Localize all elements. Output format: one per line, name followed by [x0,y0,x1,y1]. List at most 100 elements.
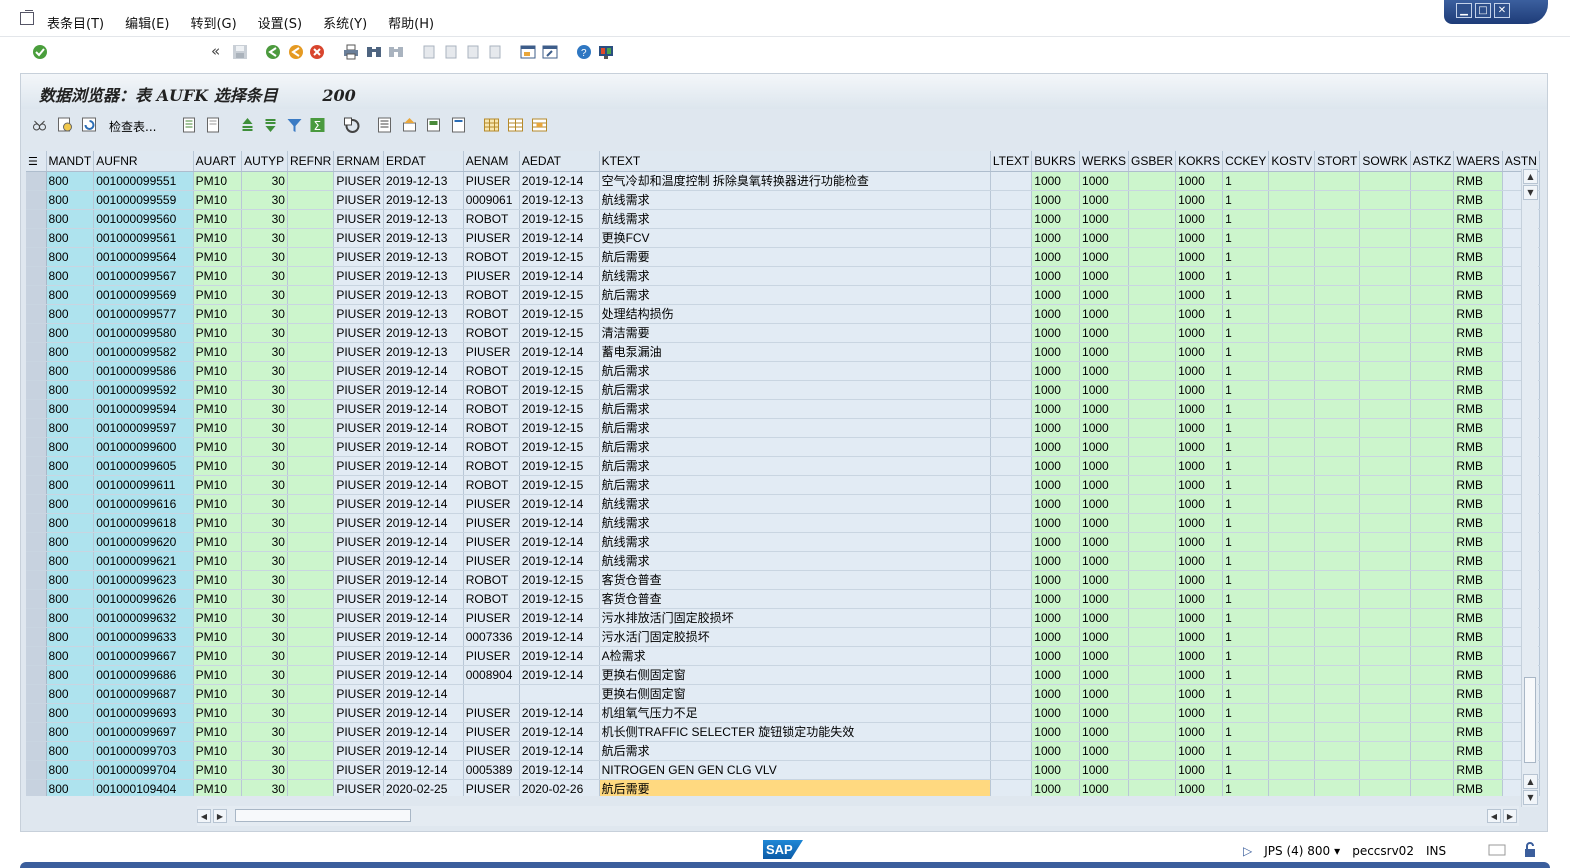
table-cell[interactable]: 1000 [1175,323,1224,343]
table-cell[interactable] [1314,361,1361,381]
table-cell[interactable]: 1000 [1175,209,1224,229]
table-cell[interactable] [1359,570,1411,590]
table-cell[interactable]: PM10 [193,703,243,723]
menu-icon[interactable] [20,10,34,25]
column-header[interactable]: MANDT [46,151,95,172]
table-cell[interactable]: ROBOT [463,456,520,476]
table-cell[interactable] [1359,608,1411,628]
table-cell[interactable] [1128,437,1177,457]
table-cell[interactable]: ROBOT [463,209,520,229]
table-cell[interactable] [990,456,1033,476]
table-cell[interactable]: PM10 [193,684,243,704]
table-cell[interactable]: 2019-12-13 [383,342,464,362]
table-row[interactable]: 800 001000099616 PM10 30 PIUSER 2019-12-14 PIU… [26,494,1540,514]
table-cell[interactable]: 机长侧TRAFFIC SELECTER 旋钮锁定功能失效 [599,722,991,742]
table-cell[interactable]: 30 [241,304,288,324]
table-cell[interactable] [1268,589,1316,609]
table-cell[interactable]: 航后需求 [599,437,991,457]
table-cell[interactable] [1128,494,1177,514]
table-cell[interactable]: 2019-12-14 [519,494,600,514]
table-cell[interactable]: 800 [46,722,95,742]
table-cell[interactable] [1314,437,1361,457]
table-cell[interactable] [990,361,1033,381]
table-cell[interactable]: 1000 [1079,684,1130,704]
table-cell[interactable] [1410,703,1455,723]
table-cell[interactable] [1359,589,1411,609]
table-cell[interactable]: 1 [1222,285,1270,305]
column-header[interactable]: ERNAM [333,151,385,172]
table-cell[interactable] [990,380,1033,400]
table-cell[interactable]: 1000 [1079,570,1130,590]
table-cell[interactable] [1410,342,1455,362]
table-cell[interactable]: 001000099582 [93,342,194,362]
table-cell[interactable] [990,418,1033,438]
table-row[interactable]: 800 001000099605 PM10 30 PIUSER 2019-12-14 ROB… [26,456,1540,476]
table-cell[interactable]: 800 [46,589,95,609]
table-cell[interactable]: 2019-12-15 [519,285,600,305]
table-cell[interactable] [1314,247,1361,267]
table-cell[interactable]: 1 [1222,760,1270,780]
table-cell[interactable]: RMB [1453,304,1503,324]
table-cell[interactable] [1410,779,1455,796]
table-cell[interactable] [1128,532,1177,552]
table-cell[interactable] [1359,342,1411,362]
table-cell[interactable]: 800 [46,665,95,685]
table-cell[interactable] [287,437,335,457]
table-cell[interactable] [1128,570,1177,590]
table-cell[interactable]: 800 [46,228,95,248]
table-cell[interactable]: PIUSER [333,418,385,438]
cancel-icon[interactable] [309,44,325,60]
table-cell[interactable] [287,722,335,742]
table-cell[interactable] [990,399,1033,419]
table-cell[interactable]: 2019-12-15 [519,456,600,476]
table-cell[interactable]: 1 [1222,380,1270,400]
close-icon[interactable]: ✕ [1494,3,1510,18]
table-cell[interactable] [1359,266,1411,286]
table-cell[interactable]: 1 [1222,171,1270,191]
table-cell[interactable]: 1 [1222,551,1270,571]
table-cell[interactable] [1128,703,1177,723]
table-row[interactable]: 800 001000099687 PM10 30 PIUSER 2019-12-14 更换右… [26,684,1540,704]
table-cell[interactable] [1410,209,1455,229]
table-cell[interactable]: PIUSER [333,190,385,210]
table-row[interactable]: 800 001000099551 PM10 30 PIUSER 2019-12-13 PIU… [26,171,1540,191]
table-cell[interactable]: PIUSER [333,399,385,419]
table-cell[interactable]: 1000 [1031,437,1081,457]
table-cell[interactable]: 1 [1222,342,1270,362]
table-cell[interactable]: PIUSER [333,171,385,191]
table-cell[interactable]: PIUSER [333,532,385,552]
scroll-right-icon[interactable]: ▶ [213,809,227,823]
row-selector[interactable] [26,437,47,457]
table-cell[interactable] [1128,760,1177,780]
table-cell[interactable]: 30 [241,228,288,248]
table-cell[interactable] [990,171,1033,191]
column-header[interactable]: REFNR [287,151,335,172]
table-cell[interactable]: 1 [1222,665,1270,685]
table-cell[interactable] [1314,570,1361,590]
column-header[interactable]: SOWRK [1359,151,1411,172]
first-page-icon[interactable] [421,44,437,60]
table-cell[interactable] [1268,456,1316,476]
table-cell[interactable]: 800 [46,494,95,514]
table-cell[interactable]: PM10 [193,532,243,552]
table-cell[interactable]: 1000 [1031,684,1081,704]
table-cell[interactable]: 1000 [1175,418,1224,438]
table-cell[interactable]: RMB [1453,589,1503,609]
table-cell[interactable]: RMB [1453,437,1503,457]
column-header[interactable]: KOKRS [1175,151,1224,172]
table-cell[interactable]: PM10 [193,741,243,761]
table-cell[interactable] [287,418,335,438]
table-cell[interactable]: 1 [1222,741,1270,761]
table-cell[interactable]: 1000 [1175,171,1224,191]
table-cell[interactable] [1410,513,1455,533]
table-cell[interactable] [1268,418,1316,438]
table-cell[interactable] [1268,722,1316,742]
table-cell[interactable]: 0008904 [463,665,520,685]
table-cell[interactable]: 2019-12-14 [519,342,600,362]
table-cell[interactable]: 1000 [1175,380,1224,400]
table-cell[interactable]: 1 [1222,361,1270,381]
table-cell[interactable]: 800 [46,532,95,552]
table-cell[interactable]: PM10 [193,228,243,248]
table-row[interactable]: 800 001000099577 PM10 30 PIUSER 2019-12-13 ROB… [26,304,1540,324]
table-cell[interactable]: 1000 [1079,722,1130,742]
